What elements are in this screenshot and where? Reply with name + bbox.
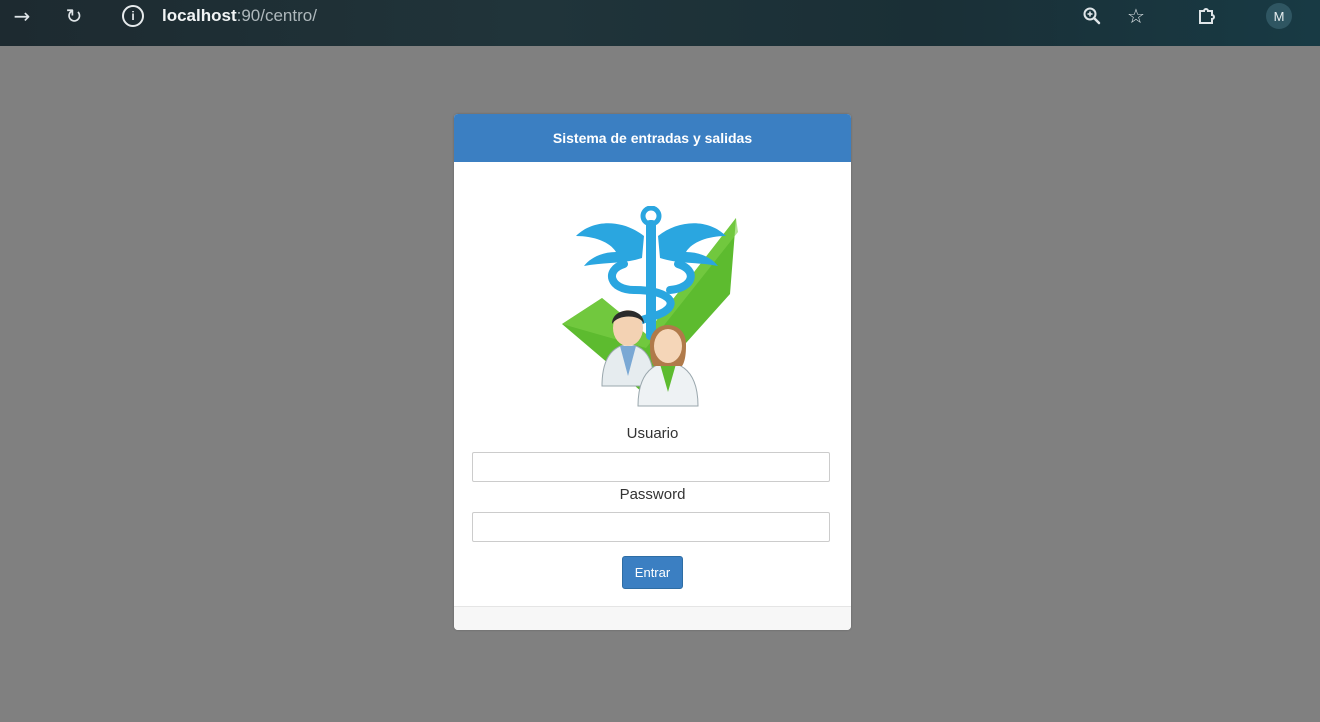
address-bar[interactable]: i localhost:90/centro/	[112, 0, 1052, 32]
medical-staff-logo-icon	[562, 206, 738, 407]
login-title: Sistema de entradas y salidas	[552, 130, 753, 146]
extensions-icon[interactable]	[1190, 0, 1222, 32]
bookmark-star-icon[interactable]: ☆	[1120, 0, 1152, 32]
reload-icon[interactable]: ↻	[58, 0, 90, 32]
login-card: Sistema de entradas y salidas Usuario Pa…	[454, 114, 851, 630]
password-input[interactable]	[472, 512, 830, 542]
site-info-icon[interactable]: i	[122, 5, 144, 27]
url-path: :90/centro/	[236, 6, 317, 25]
url-text[interactable]: localhost:90/centro/	[162, 6, 317, 26]
zoom-icon[interactable]	[1076, 0, 1108, 32]
username-input[interactable]	[472, 452, 830, 482]
login-footer	[454, 606, 851, 630]
login-header: Sistema de entradas y salidas	[454, 114, 851, 162]
url-host: localhost	[162, 6, 237, 25]
forward-icon[interactable]: →	[6, 0, 38, 32]
login-submit-button[interactable]: Entrar	[622, 556, 683, 589]
browser-toolbar: → ↻ i localhost:90/centro/ ☆ M	[0, 0, 1320, 46]
profile-avatar[interactable]: M	[1266, 3, 1292, 29]
password-label: Password	[619, 486, 686, 503]
username-label: Usuario	[626, 425, 679, 442]
